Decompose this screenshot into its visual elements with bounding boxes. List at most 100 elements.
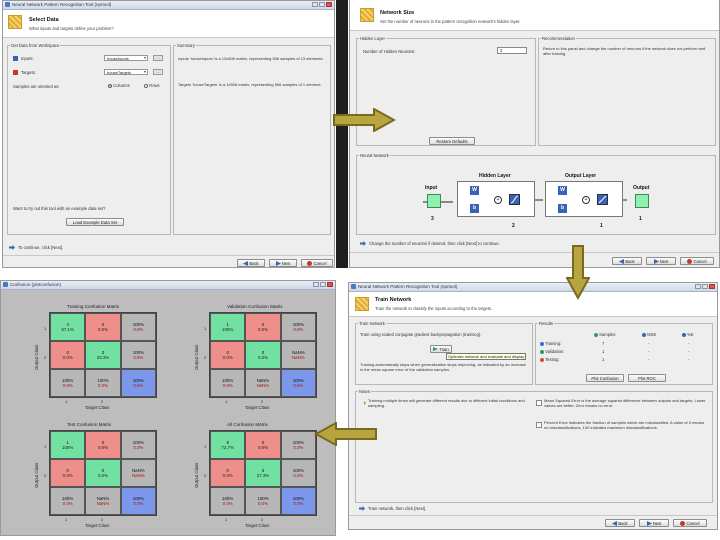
maximize-icon[interactable]: [320, 282, 326, 287]
matlab-icon: [351, 284, 356, 289]
output-bias: b: [558, 204, 567, 213]
x-tick: 1: [225, 399, 228, 404]
window-controls[interactable]: [695, 284, 715, 289]
x-tick: 1: [65, 517, 68, 522]
minimize-icon[interactable]: [695, 284, 701, 289]
back-button[interactable]: Back: [612, 257, 642, 265]
cell-percent: 0.0%: [257, 445, 268, 450]
maximize-icon[interactable]: [319, 2, 325, 7]
window-controls[interactable]: [313, 282, 333, 287]
cancel-button[interactable]: Cancel: [673, 519, 707, 527]
cancel-icon: [307, 260, 313, 266]
next-button[interactable]: Next: [639, 519, 669, 527]
results-samples: 1: [602, 357, 605, 362]
train-button[interactable]: Train: [430, 345, 452, 353]
summary-panel: Summary Inputs 'houseInputs' is a 13x506…: [173, 43, 331, 235]
cell-percent: NaN%: [256, 383, 270, 388]
result-dot-icon: [540, 357, 544, 362]
confusion-matrix: Training Confusion Matrix 4 57.1% 0 0.0% 100%…: [31, 304, 161, 414]
window-controls[interactable]: [312, 2, 332, 7]
summary-inputs: Inputs 'houseInputs' is a 13x506 matrix,…: [178, 56, 324, 61]
input-node: [427, 194, 441, 208]
train-icon: [433, 347, 439, 351]
cell-percent: 0.0%: [62, 383, 73, 388]
targets-select[interactable]: houseTargets: [104, 69, 148, 75]
close-icon[interactable]: [326, 2, 332, 7]
info-icon: [360, 401, 366, 405]
footer: Back Next Cancel: [3, 255, 334, 267]
cell-percent: 100%: [62, 445, 74, 450]
back-button[interactable]: Back: [237, 259, 265, 267]
restore-defaults-button[interactable]: Restore Defaults: [429, 137, 475, 145]
columns-radio[interactable]: Columns: [108, 83, 130, 88]
minimize-icon[interactable]: [313, 282, 319, 287]
matrix-cell: 0 0.0%: [245, 313, 281, 341]
y-axis-label: Output Class: [194, 462, 199, 488]
col-samples: Samples: [594, 332, 615, 337]
rows-radio[interactable]: Rows: [144, 83, 160, 88]
recommendation-panel: Recommendation Return to this panel and …: [538, 36, 716, 146]
y-tick: 2: [44, 354, 47, 360]
train-tooltip: Optimize network and evaluate and displa…: [446, 353, 527, 360]
hidden-transfer-icon: [509, 194, 520, 205]
x-tick: 2: [261, 517, 264, 522]
train-network-window: Neural Network Pattern Recognition Tool …: [348, 282, 718, 530]
wizard-icon: [355, 297, 369, 311]
maximize-icon[interactable]: [702, 284, 708, 289]
results-row-label: Training:: [540, 341, 561, 346]
matrix-cell: 4 57.1%: [50, 313, 86, 341]
y-tick: 2: [44, 472, 47, 478]
panel-label: Notes: [358, 389, 371, 394]
flow-arrow-left: [314, 422, 377, 446]
cell-percent: 0.0%: [62, 473, 73, 478]
cell-percent: NaN%: [291, 355, 305, 360]
cancel-button[interactable]: Cancel: [680, 257, 714, 265]
matrix-cell: 0 0.0%: [50, 459, 86, 487]
cancel-icon: [680, 520, 686, 526]
arrow-right-icon: [360, 241, 366, 246]
x-tick: 2: [261, 399, 264, 404]
results-mse: -: [648, 349, 650, 354]
flow-arrow-down: [566, 245, 590, 300]
back-icon: [612, 520, 618, 526]
example-prompt: Want to try out this tool with an exampl…: [13, 206, 106, 211]
plot-confusion-button[interactable]: Plot Confusion: [586, 374, 624, 382]
next-button[interactable]: Next: [646, 257, 676, 265]
next-button[interactable]: Next: [269, 259, 297, 267]
close-icon[interactable]: [327, 282, 333, 287]
window-title: Neural Network Pattern Recognition Tool …: [12, 2, 112, 7]
inputs-browse-button[interactable]: ...: [153, 55, 163, 61]
cell-percent: 0.0%: [293, 383, 304, 388]
targets-browse-button[interactable]: ...: [153, 69, 163, 75]
matrix-cell: 100% 0.0%: [85, 369, 121, 397]
inputs-select[interactable]: houseInputs: [104, 55, 148, 61]
matrix-cell: 100% 0.0%: [280, 369, 316, 397]
hidden-neurons-input[interactable]: 2: [497, 47, 527, 54]
matrix-grid: 4 57.1% 0 0.0% 100% 0.0% 0 0.0% 3 33.3% 100% 0.0% 10…: [49, 312, 157, 398]
output-layer-label: Output Layer: [565, 173, 597, 179]
minimize-icon[interactable]: [312, 2, 318, 7]
x-tick: 1: [225, 517, 228, 522]
load-example-button[interactable]: Load Example Data Set: [66, 218, 124, 226]
col-mse: MSE: [642, 332, 656, 337]
figure-icon: [3, 282, 8, 287]
hidden-sum: +: [494, 196, 502, 204]
close-icon[interactable]: [709, 284, 715, 289]
plot-roc-button[interactable]: Plot ROC: [628, 374, 666, 382]
matrix-title: Test Confusion Matrix: [67, 422, 112, 427]
matrix-cell: NaN% NaN%: [120, 459, 156, 487]
title-bar: Confusion (plotconfusion): [1, 281, 335, 290]
cell-percent: 0.0%: [133, 501, 144, 506]
next-icon: [646, 520, 652, 526]
matrix-grid: 8 72.7% 0 0.0% 100% 0.0% 0 0.0% 3 27.3% 100% 0.0% 10…: [209, 430, 317, 516]
window-title: Confusion (plotconfusion): [10, 282, 62, 287]
matrix-cell: 100% 0.0%: [50, 487, 86, 515]
matrix-cell: 100% 0.0%: [120, 487, 156, 515]
back-button[interactable]: Back: [605, 519, 635, 527]
page-subtitle: Set the number of neurons in the pattern…: [380, 19, 521, 24]
matrix-cell: 100% 0.0%: [210, 487, 246, 515]
y-tick: 1: [204, 444, 207, 449]
output-size: 1: [639, 216, 642, 222]
cancel-button[interactable]: Cancel: [301, 259, 333, 267]
hint-text: Change the number of neurons if desired,…: [369, 241, 500, 246]
